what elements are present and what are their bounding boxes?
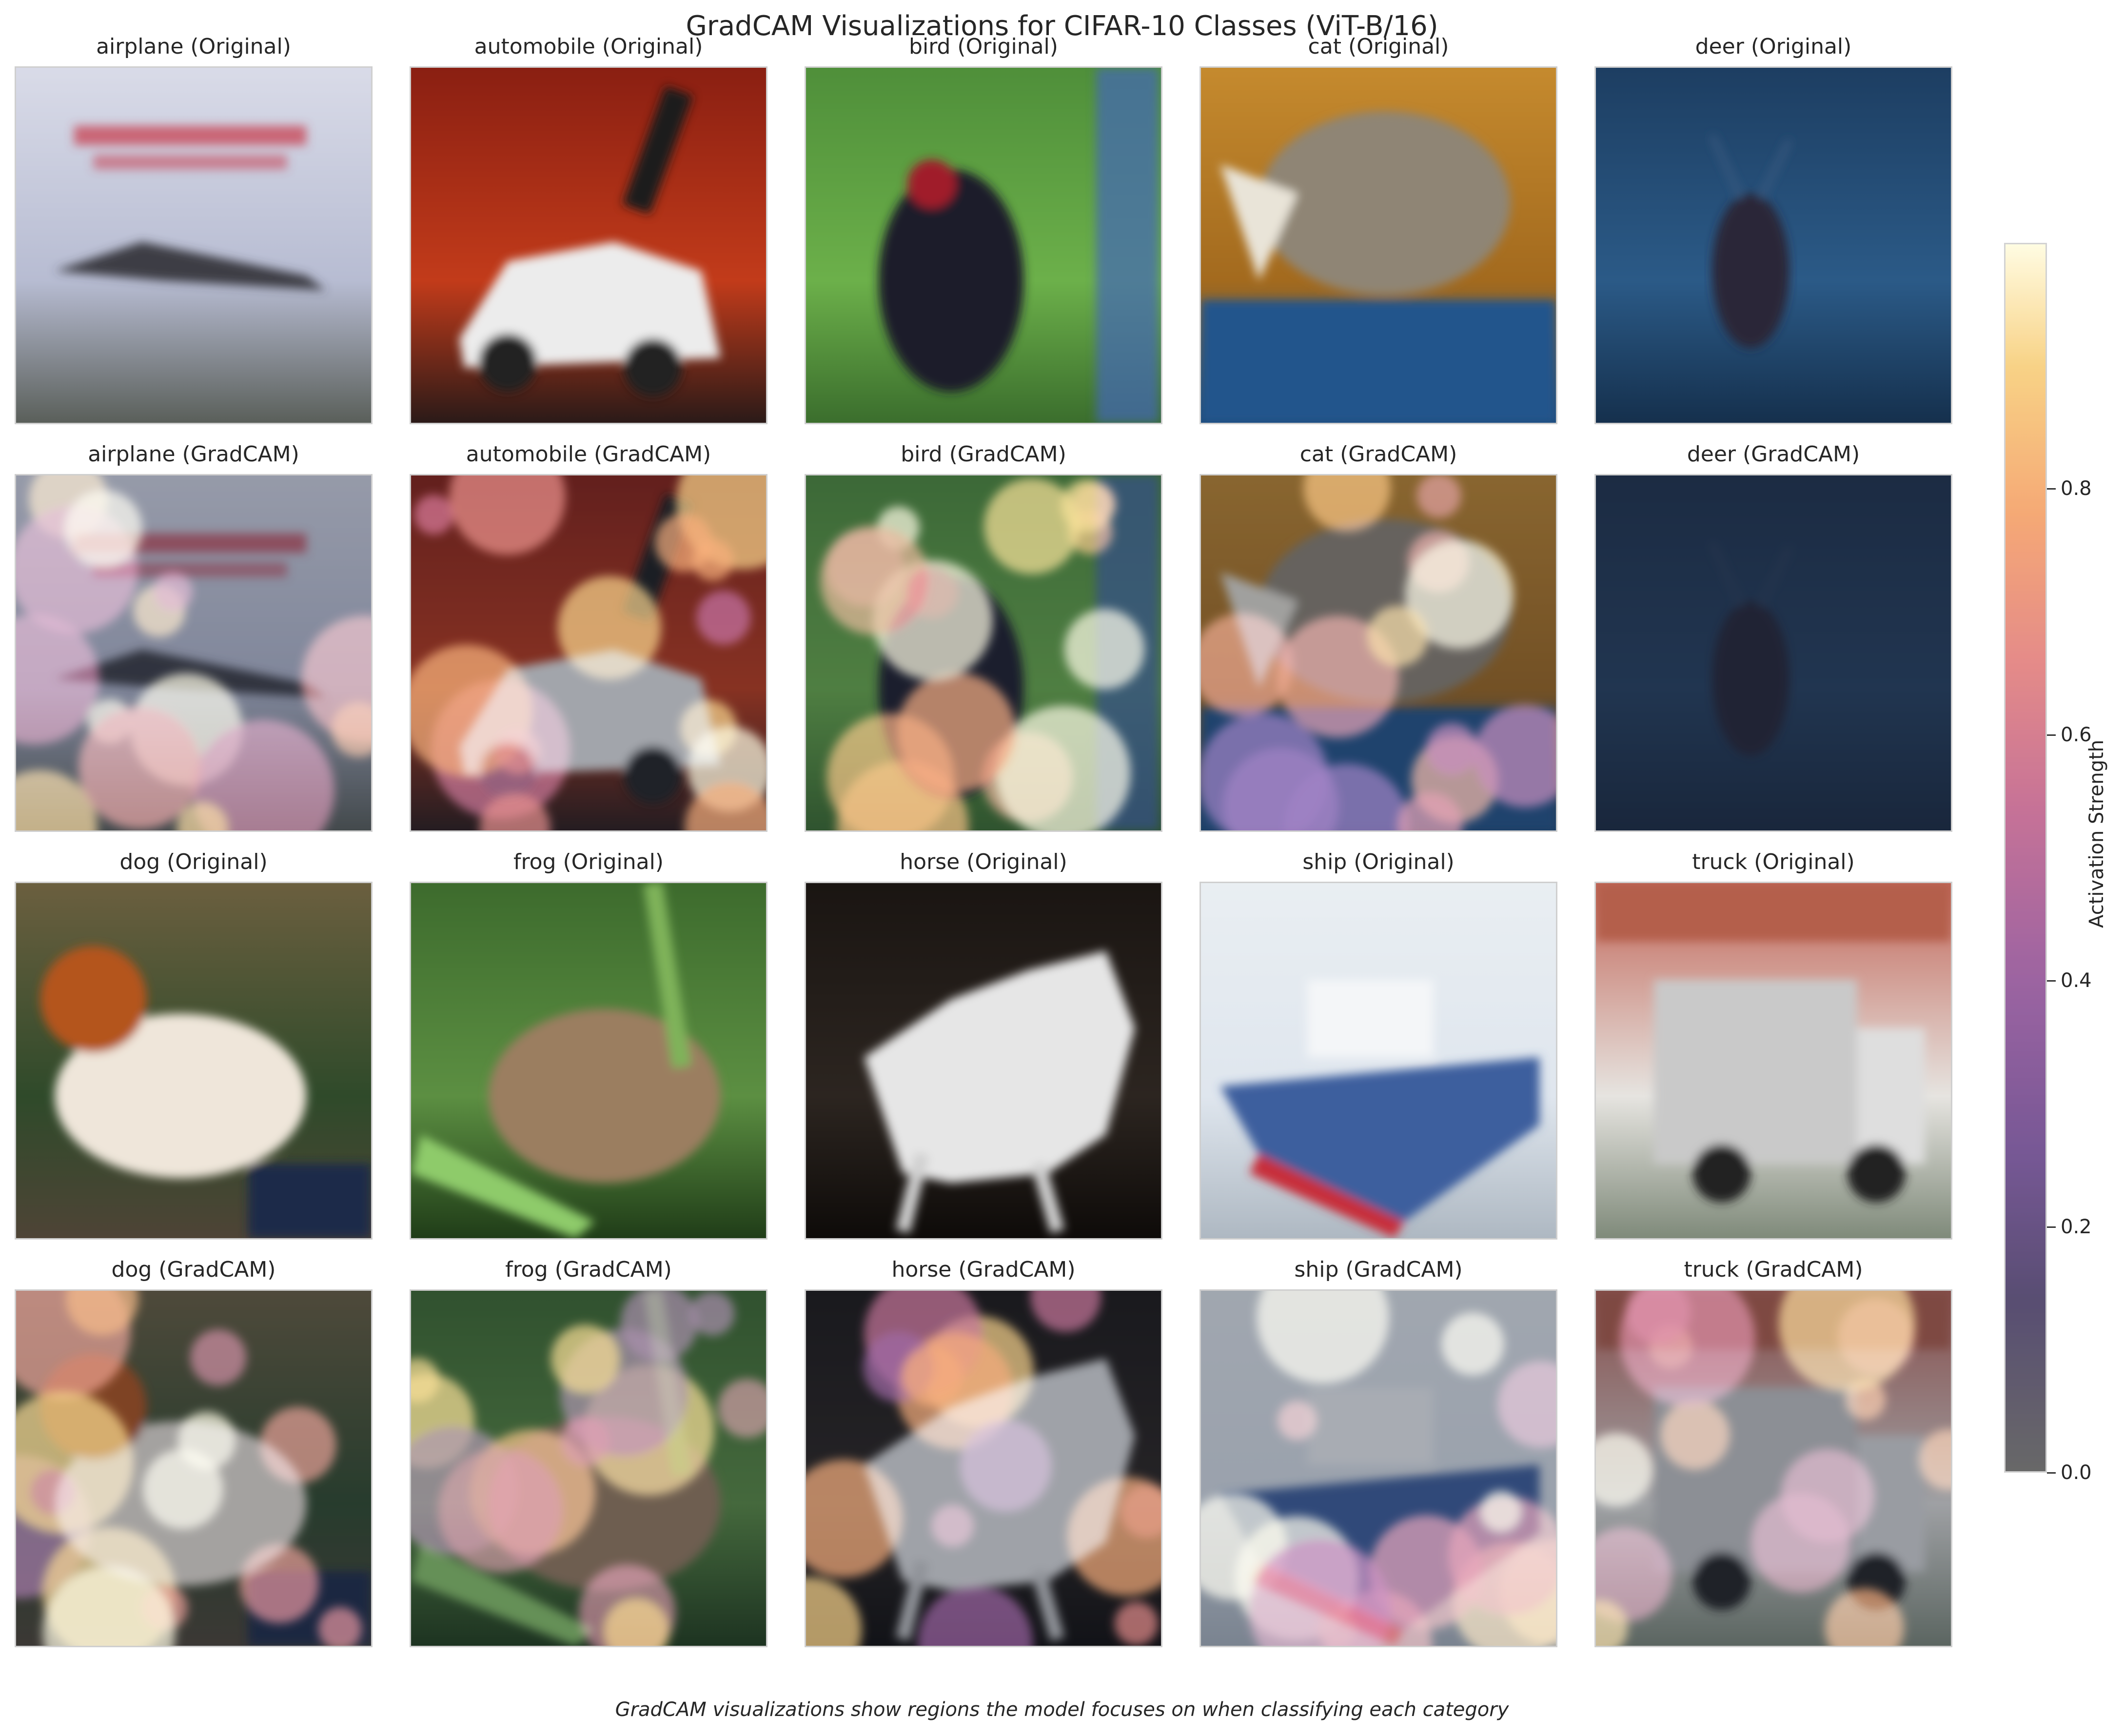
- colorbar-tick-label: 0.4: [2061, 969, 2092, 992]
- bird-original-image: [805, 66, 1162, 424]
- deer-gradcam-image: [1594, 474, 1952, 832]
- panel-title: dog (GradCAM): [111, 1257, 276, 1282]
- panel-title: airplane (GradCAM): [88, 442, 299, 467]
- airplane-original-image: [15, 66, 373, 424]
- panel-title: bird (Original): [909, 34, 1058, 59]
- truck-original-image: [1594, 882, 1952, 1240]
- colorbar: [2004, 243, 2047, 1473]
- panel-title: dog (Original): [119, 849, 268, 874]
- truck-gradcam-image: [1594, 1289, 1952, 1647]
- airplane-gradcam-image: [15, 474, 373, 832]
- colorbar-label: Activation Strength: [2085, 740, 2108, 928]
- figure-caption: GradCAM visualizations show regions the …: [615, 1698, 1509, 1721]
- panel-title: airplane (Original): [96, 34, 291, 59]
- panel-title: frog (GradCAM): [505, 1257, 672, 1282]
- bird-gradcam-image: [805, 474, 1162, 832]
- panel-title: cat (GradCAM): [1299, 442, 1457, 467]
- panel-title: truck (GradCAM): [1684, 1257, 1863, 1282]
- cat-gradcam-image: [1200, 474, 1557, 832]
- panel-title: ship (GradCAM): [1294, 1257, 1463, 1282]
- deer-original-image: [1594, 66, 1952, 424]
- frog-gradcam-image: [410, 1289, 767, 1647]
- dog-original-image: [15, 882, 373, 1240]
- colorbar-tick: [2047, 1226, 2056, 1228]
- panel-title: horse (Original): [900, 849, 1067, 874]
- colorbar-tick: [2047, 734, 2056, 736]
- panel-title: frog (Original): [513, 849, 664, 874]
- horse-gradcam-image: [805, 1289, 1162, 1647]
- automobile-original-image: [410, 66, 767, 424]
- panel-title: truck (Original): [1692, 849, 1855, 874]
- colorbar-tick-label: 0.0: [2061, 1461, 2092, 1484]
- panel-title: automobile (Original): [474, 34, 703, 59]
- panel-title: automobile (GradCAM): [466, 442, 711, 467]
- horse-original-image: [805, 882, 1162, 1240]
- dog-gradcam-image: [15, 1289, 373, 1647]
- ship-original-image: [1200, 882, 1557, 1240]
- panel-title: horse (GradCAM): [891, 1257, 1076, 1282]
- panel-title: deer (Original): [1695, 34, 1852, 59]
- panel-title: bird (GradCAM): [901, 442, 1066, 467]
- panel-title: cat (Original): [1308, 34, 1449, 59]
- colorbar-tick: [2047, 980, 2056, 982]
- colorbar-tick: [2047, 1472, 2056, 1474]
- cat-original-image: [1200, 66, 1557, 424]
- colorbar-tick-label: 0.8: [2061, 477, 2092, 500]
- colorbar-tick-label: 0.2: [2061, 1215, 2092, 1238]
- automobile-gradcam-image: [410, 474, 767, 832]
- ship-gradcam-image: [1200, 1289, 1557, 1647]
- frog-original-image: [410, 882, 767, 1240]
- panel-title: deer (GradCAM): [1687, 442, 1860, 467]
- colorbar-tick: [2047, 488, 2056, 490]
- panel-title: ship (Original): [1302, 849, 1455, 874]
